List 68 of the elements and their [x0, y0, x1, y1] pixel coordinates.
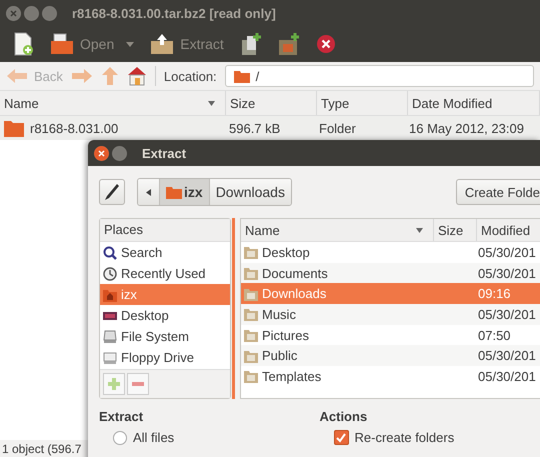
file-row[interactable]: Documents 05/30/201: [241, 262, 540, 284]
location-label: Location:: [164, 68, 217, 84]
column-header[interactable]: Size: [226, 91, 317, 115]
column-header[interactable]: Name: [241, 219, 434, 241]
section-title: Extract: [99, 409, 144, 424]
table-cell-text: 16 May 2012, 23:09: [408, 120, 525, 136]
close-button[interactable]: [94, 146, 109, 160]
edit-location-button[interactable]: [99, 179, 125, 205]
folder-icon: [234, 69, 250, 83]
column-header[interactable]: Type: [317, 91, 408, 115]
folder-icon: [50, 32, 74, 56]
sort-arrow-icon: [416, 228, 423, 232]
window-title: r8168-8.031.00.tar.bz2 [read only]: [72, 6, 276, 20]
folder-icon: [244, 307, 258, 322]
place-item[interactable]: Recently Used: [100, 263, 230, 284]
table-cell-text: 596.7 kB: [228, 120, 282, 136]
path-button[interactable]: Downloads: [210, 179, 291, 205]
all-files-radio[interactable]: All files: [113, 430, 320, 445]
pencil-icon: [104, 183, 120, 201]
recreate-folders-checkbox[interactable]: Re-create folders: [334, 430, 540, 445]
file-row[interactable]: Desktop 05/30/201: [241, 242, 540, 263]
create-folder-button[interactable]: Create Folde: [456, 179, 540, 205]
table-cell-text: Folder: [318, 120, 357, 136]
folder-icon: [244, 348, 258, 363]
caret-icon: [126, 42, 134, 46]
file-row[interactable]: Pictures 07:50: [241, 324, 540, 346]
floppy-drive-icon: [103, 350, 117, 364]
home-icon[interactable]: [126, 66, 147, 86]
box-icon: [150, 33, 174, 55]
scroll-left-button[interactable]: [138, 179, 160, 205]
remove-place-button[interactable]: [127, 373, 149, 395]
folder-icon: [244, 286, 258, 301]
file-row[interactable]: Music 05/30/201: [241, 304, 540, 325]
column-header[interactable]: Name: [0, 91, 226, 115]
status-text: 1 object (596.7: [2, 442, 82, 456]
clock-icon: [103, 266, 117, 280]
path-button[interactable]: izx: [160, 179, 210, 205]
place-item[interactable]: Desktop: [100, 305, 230, 326]
place-item[interactable]: Floppy Drive: [100, 347, 230, 368]
file-row[interactable]: Templates 05/30/201: [241, 366, 540, 387]
drive-icon: [103, 330, 117, 344]
place-item[interactable]: File System: [100, 326, 230, 347]
minimize-button[interactable]: [24, 6, 39, 20]
column-header[interactable]: Modified: [477, 219, 540, 241]
folder-icon: [244, 245, 258, 260]
section-title: Actions: [320, 409, 368, 424]
location-field[interactable]: /: [224, 65, 534, 87]
maximize-button[interactable]: [42, 6, 57, 20]
sort-arrow-icon: [208, 100, 215, 106]
column-header[interactable]: Size: [434, 219, 477, 241]
dialog-title: Extract: [142, 146, 186, 160]
column-header[interactable]: Date Modified: [408, 91, 540, 115]
folder-icon: [244, 369, 258, 384]
folder-icon: [244, 266, 258, 280]
left-arrow-icon: [146, 188, 151, 196]
plus-icon: [107, 377, 121, 391]
home-folder-icon: [103, 288, 117, 302]
table-cell: r8168-8.031.00: [0, 119, 225, 137]
place-item[interactable]: Search: [100, 242, 230, 263]
desktop-icon: [103, 310, 117, 322]
back-arrow-icon: [6, 68, 28, 84]
column-header: Places: [100, 219, 230, 242]
folder-icon: [4, 119, 24, 137]
home-folder-icon: [166, 185, 182, 199]
folder-icon: [244, 328, 258, 342]
search-icon: [103, 246, 117, 260]
file-row[interactable]: Public 05/30/201: [241, 345, 540, 366]
checkmark-icon: [335, 432, 347, 444]
